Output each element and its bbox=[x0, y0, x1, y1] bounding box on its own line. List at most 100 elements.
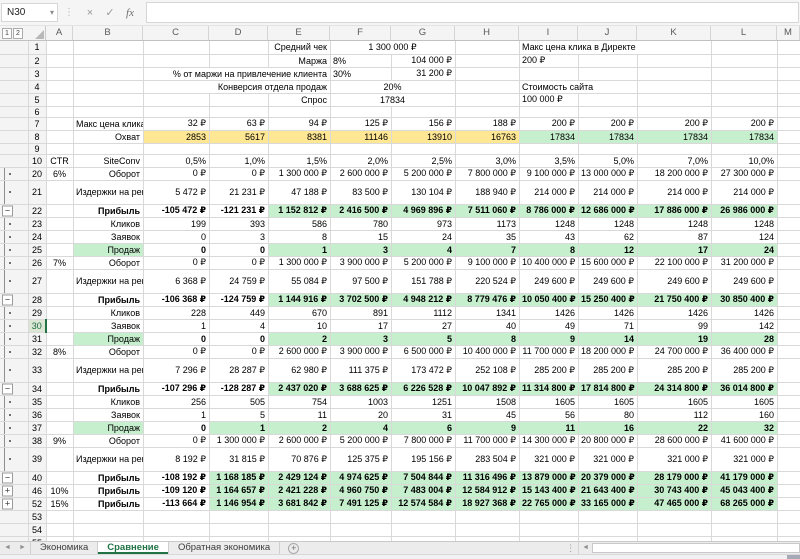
cell-F54[interactable] bbox=[330, 523, 391, 536]
cell-G25[interactable]: 4 bbox=[391, 243, 455, 256]
outline-collapse-button[interactable]: − bbox=[0, 471, 28, 484]
cell-F31[interactable]: 3 bbox=[330, 332, 391, 345]
cell-G20[interactable]: 5 200 000 ₽ bbox=[391, 167, 455, 180]
cell-J29[interactable]: 1426 bbox=[578, 306, 637, 319]
cell-E30[interactable]: 10 bbox=[268, 319, 330, 332]
cell-J26[interactable]: 15 600 000 ₽ bbox=[578, 256, 637, 269]
cell-D53[interactable] bbox=[209, 510, 268, 523]
cell-D24[interactable]: 3 bbox=[209, 230, 268, 243]
cell-L10[interactable]: 10,0% bbox=[711, 154, 777, 167]
cell-F26[interactable]: 3 900 000 ₽ bbox=[330, 256, 391, 269]
cell-I25[interactable]: 8 bbox=[519, 243, 578, 256]
cell-G36[interactable]: 31 bbox=[391, 408, 455, 421]
cell-E28[interactable]: 1 144 916 ₽ bbox=[268, 293, 330, 306]
cell-F35[interactable]: 1003 bbox=[330, 395, 391, 408]
cell-I1[interactable]: Макс цена клика в Директе bbox=[519, 41, 711, 54]
cell-J36[interactable]: 80 bbox=[578, 408, 637, 421]
cell-B54[interactable] bbox=[73, 523, 143, 536]
column-header-A[interactable]: A bbox=[46, 26, 73, 40]
row-header-31[interactable]: 31 bbox=[28, 332, 46, 345]
cell-C28[interactable]: -106 368 ₽ bbox=[143, 293, 209, 306]
cell-K35[interactable]: 1605 bbox=[637, 395, 711, 408]
cell-L21[interactable]: 214 000 ₽ bbox=[711, 180, 777, 204]
cell-H38[interactable]: 11 700 000 ₽ bbox=[455, 434, 519, 447]
namebox-dropdown-icon[interactable]: ▾ bbox=[50, 8, 57, 17]
row-header-4[interactable]: 4 bbox=[28, 80, 46, 93]
cell-M10[interactable] bbox=[777, 154, 800, 167]
row-header-54[interactable]: 54 bbox=[28, 523, 46, 536]
cell-C31[interactable]: 0 bbox=[143, 332, 209, 345]
cell-B6[interactable] bbox=[73, 106, 143, 117]
cell-G46[interactable]: 7 483 004 ₽ bbox=[391, 484, 455, 497]
cell-J35[interactable]: 1605 bbox=[578, 395, 637, 408]
cell-H33[interactable]: 252 108 ₽ bbox=[455, 358, 519, 382]
row-header-39[interactable]: 39 bbox=[28, 447, 46, 471]
cell-M3[interactable] bbox=[777, 67, 800, 80]
cell-C30[interactable]: 1 bbox=[143, 319, 209, 332]
cell-H52[interactable]: 18 927 368 ₽ bbox=[455, 497, 519, 510]
cell-B21[interactable]: Издержки на рекламу bbox=[73, 180, 143, 204]
cell-L25[interactable]: 24 bbox=[711, 243, 777, 256]
outline-collapse-button[interactable]: − bbox=[0, 293, 28, 306]
cell-J46[interactable]: 21 643 400 ₽ bbox=[578, 484, 637, 497]
row-header-1[interactable]: 1 bbox=[28, 41, 46, 54]
cell-I34[interactable]: 11 314 800 ₽ bbox=[519, 382, 578, 395]
cell-D40[interactable]: 1 168 185 ₽ bbox=[209, 471, 268, 484]
cell-D46[interactable]: 1 164 657 ₽ bbox=[209, 484, 268, 497]
cell-F29[interactable]: 891 bbox=[330, 306, 391, 319]
cell-B40[interactable]: Прибыль bbox=[73, 471, 143, 484]
cell-M2[interactable] bbox=[777, 54, 800, 67]
cell-A34[interactable] bbox=[46, 382, 73, 395]
cell-E35[interactable]: 754 bbox=[268, 395, 330, 408]
cell-K30[interactable]: 99 bbox=[637, 319, 711, 332]
cell-J22[interactable]: 12 686 000 ₽ bbox=[578, 204, 637, 217]
column-header-H[interactable]: H bbox=[455, 26, 519, 40]
cell-J9[interactable] bbox=[578, 143, 637, 154]
cell-B22[interactable]: Прибыль bbox=[73, 204, 143, 217]
cell-B29[interactable]: Кликов bbox=[73, 306, 143, 319]
cell-F34[interactable]: 3 688 625 ₽ bbox=[330, 382, 391, 395]
cell-M1[interactable] bbox=[777, 41, 800, 54]
cell-K40[interactable]: 28 179 000 ₽ bbox=[637, 471, 711, 484]
cell-B52[interactable]: Прибыль bbox=[73, 497, 143, 510]
cell-J23[interactable]: 1248 bbox=[578, 217, 637, 230]
column-header-E[interactable]: E bbox=[268, 26, 330, 40]
cell-C22[interactable]: -105 472 ₽ bbox=[143, 204, 209, 217]
tab-nav-right-icon[interactable]: ► bbox=[15, 542, 30, 554]
cell-A4[interactable] bbox=[46, 80, 73, 93]
cell-L8[interactable]: 17834 bbox=[711, 130, 777, 143]
cell-B30[interactable]: Заявок bbox=[73, 319, 143, 332]
cell-D34[interactable]: -128 287 ₽ bbox=[209, 382, 268, 395]
cell-E24[interactable]: 8 bbox=[268, 230, 330, 243]
cell-L4[interactable] bbox=[711, 80, 777, 93]
cell-H9[interactable] bbox=[455, 143, 519, 154]
cell-J38[interactable]: 20 800 000 ₽ bbox=[578, 434, 637, 447]
cell-G26[interactable]: 5 200 000 ₽ bbox=[391, 256, 455, 269]
cell-A54[interactable] bbox=[46, 523, 73, 536]
cell-I26[interactable]: 10 400 000 ₽ bbox=[519, 256, 578, 269]
cell-F37[interactable]: 4 bbox=[330, 421, 391, 434]
cell-B7[interactable]: Макс цена клика bbox=[73, 117, 143, 130]
cell-C52[interactable]: -113 664 ₽ bbox=[143, 497, 209, 510]
cell-E52[interactable]: 3 681 842 ₽ bbox=[268, 497, 330, 510]
cell-C38[interactable]: 0 ₽ bbox=[143, 434, 209, 447]
row-header-9[interactable]: 9 bbox=[28, 143, 46, 154]
cell-C39[interactable]: 8 192 ₽ bbox=[143, 447, 209, 471]
cell-G8[interactable]: 13910 bbox=[391, 130, 455, 143]
cell-F9[interactable] bbox=[330, 143, 391, 154]
cell-I21[interactable]: 214 000 ₽ bbox=[519, 180, 578, 204]
cell-L37[interactable]: 32 bbox=[711, 421, 777, 434]
cell-B37[interactable]: Продаж bbox=[73, 421, 143, 434]
cell-J21[interactable]: 214 000 ₽ bbox=[578, 180, 637, 204]
cell-I40[interactable]: 13 879 000 ₽ bbox=[519, 471, 578, 484]
cell-I32[interactable]: 11 700 000 ₽ bbox=[519, 345, 578, 358]
cell-L33[interactable]: 285 200 ₽ bbox=[711, 358, 777, 382]
cell-H27[interactable]: 220 524 ₽ bbox=[455, 269, 519, 293]
cell-J52[interactable]: 33 165 000 ₽ bbox=[578, 497, 637, 510]
cell-A27[interactable] bbox=[46, 269, 73, 293]
cell-M20[interactable] bbox=[777, 167, 800, 180]
horizontal-scrollbar[interactable] bbox=[592, 543, 800, 553]
cell-G39[interactable]: 195 156 ₽ bbox=[391, 447, 455, 471]
cell-D22[interactable]: -121 231 ₽ bbox=[209, 204, 268, 217]
add-sheet-button[interactable]: + bbox=[288, 543, 299, 554]
